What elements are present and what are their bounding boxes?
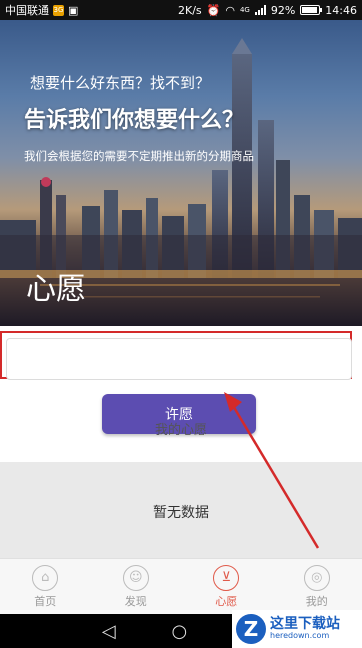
network-type: 4G <box>239 6 250 14</box>
wifi-icon: ◠ <box>225 3 235 17</box>
back-icon[interactable]: ◁ <box>102 621 116 642</box>
cart-icon: ⊻ <box>213 564 240 591</box>
empty-state-text: 暂无数据 <box>153 505 209 521</box>
page-title: 心愿 <box>26 272 86 307</box>
sim-badge-icon: 3G <box>53 4 64 16</box>
watermark-z-icon: Z <box>236 614 266 644</box>
watermark-name: 这里下载站 <box>270 616 340 633</box>
watermark-domain: heredown.com <box>270 631 330 641</box>
tab-discover[interactable]: ☺ 发现 <box>91 559 182 614</box>
home-circle-icon[interactable]: ○ <box>172 621 188 642</box>
network-speed: 2K/s <box>177 3 202 17</box>
battery-percent: 92% <box>270 3 296 17</box>
image-notification-icon: ▣ <box>68 3 79 17</box>
tab-label: 首页 <box>34 594 57 608</box>
signal-icon <box>254 5 266 15</box>
tab-home[interactable]: ⌂ 首页 <box>0 559 91 614</box>
tab-label: 我的 <box>305 594 328 608</box>
profile-icon: ◎ <box>303 564 330 591</box>
clock: 14:46 <box>325 3 357 17</box>
tab-profile[interactable]: ◎ 我的 <box>272 559 362 614</box>
battery-icon <box>300 5 323 15</box>
banner-description: 我们会根据您的需要不定期推出新的分期商品 <box>24 149 254 163</box>
tab-label: 心愿 <box>215 594 238 608</box>
status-bar: 中国联通 3G ▣ 2K/s ⏰ ◠ 4G 92% 14:46 <box>0 0 362 20</box>
watermark-logo: Z 这里下载站 heredown.com <box>232 610 362 648</box>
alarm-icon: ⏰ <box>206 3 221 17</box>
wish-input[interactable] <box>6 338 352 380</box>
tab-label: 发现 <box>124 594 147 608</box>
bottom-nav: ⌂ 首页 ☺ 发现 ⊻ 心愿 ◎ 我的 <box>0 558 362 614</box>
banner-subtitle: 想要什么好东西？找不到？ <box>30 74 211 92</box>
carrier-label: 中国联通 <box>5 4 49 17</box>
my-wishes-title: 我的心愿 <box>154 423 207 438</box>
wish-banner: 想要什么好东西？找不到？ 告诉我们你想要什么？ 我们会根据您的需要不定期推出新的… <box>0 20 362 326</box>
tab-wish[interactable]: ⊻ 心愿 <box>181 559 272 614</box>
home-icon: ⌂ <box>32 564 59 591</box>
discover-icon: ☺ <box>122 564 149 591</box>
banner-headline: 告诉我们你想要什么？ <box>24 108 245 133</box>
